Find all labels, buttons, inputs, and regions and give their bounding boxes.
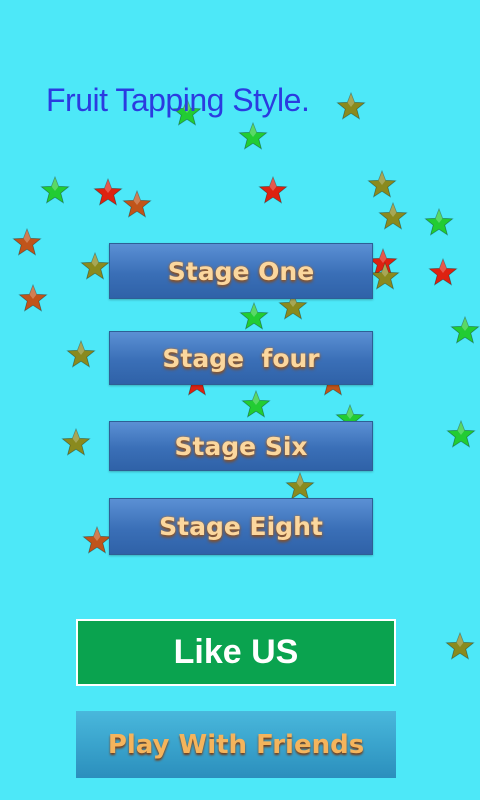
stage-four-button[interactable]: Stage four	[109, 331, 373, 385]
stage-six-button[interactable]: Stage Six	[109, 421, 373, 471]
star-icon[interactable]	[80, 252, 110, 282]
star-icon[interactable]	[336, 92, 366, 122]
star-icon[interactable]	[18, 284, 48, 314]
star-icon[interactable]	[424, 208, 454, 238]
star-icon[interactable]	[239, 302, 269, 332]
star-icon[interactable]	[370, 262, 400, 292]
stage-eight-button[interactable]: Stage Eight	[109, 498, 373, 555]
stage-one-button[interactable]: Stage One	[109, 243, 373, 299]
star-icon[interactable]	[40, 176, 70, 206]
star-icon[interactable]	[241, 390, 271, 420]
star-icon[interactable]	[446, 420, 476, 450]
star-icon[interactable]	[66, 340, 96, 370]
star-icon[interactable]	[445, 632, 475, 662]
star-icon[interactable]	[258, 176, 288, 206]
star-icon[interactable]	[93, 178, 123, 208]
star-icon[interactable]	[450, 316, 480, 346]
star-icon[interactable]	[367, 170, 397, 200]
star-icon[interactable]	[82, 526, 112, 556]
star-icon[interactable]	[238, 122, 268, 152]
star-icon[interactable]	[428, 258, 458, 288]
star-icon[interactable]	[122, 190, 152, 220]
like-us-button[interactable]: Like US	[76, 619, 396, 686]
play-with-friends-button[interactable]: Play With Friends	[76, 711, 396, 778]
star-icon[interactable]	[12, 228, 42, 258]
game-title: Fruit Tapping Style.	[46, 82, 310, 118]
star-icon[interactable]	[61, 428, 91, 458]
star-icon[interactable]	[378, 202, 408, 232]
